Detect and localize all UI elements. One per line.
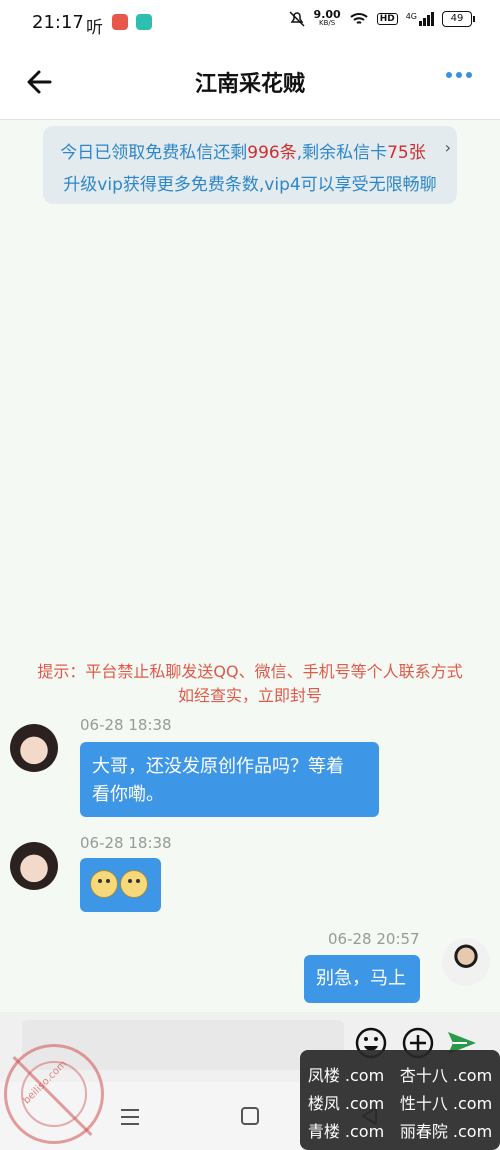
arrow-left-icon — [27, 70, 52, 94]
menu-icon — [121, 1109, 139, 1125]
music-app-icon: 听 — [86, 18, 103, 38]
signal-icon: 4G — [406, 12, 434, 26]
notification-app-icon — [112, 14, 128, 30]
mute-icon — [289, 11, 305, 27]
received-message-bubble[interactable]: 大哥，还没发原创作品吗？等着 看你嘞。 — [80, 742, 379, 817]
more-dots-icon — [446, 72, 452, 78]
vip-upgrade-hint: 升级vip获得更多免费条数,vip4可以享受无限畅聊 — [63, 175, 437, 195]
status-bar: 21:17 听 9.00 KB/S HD 4G 49 — [0, 0, 500, 46]
square-icon — [241, 1107, 259, 1125]
quota-summary: 今日已领取免费私信还剩996条,剩余私信卡75张 — [60, 143, 426, 163]
network-speed: 9.00 KB/S — [313, 8, 341, 27]
message-timestamp: 06-28 20:57 — [328, 930, 420, 948]
chevron-right-icon: › — [444, 138, 451, 157]
received-emoji-bubble[interactable] — [80, 858, 161, 912]
hd-icon: HD — [376, 13, 398, 25]
contact-avatar[interactable] — [10, 842, 58, 890]
message-timestamp: 06-28 18:38 — [80, 716, 172, 734]
wifi-icon — [350, 13, 368, 24]
status-time: 21:17 — [32, 12, 84, 33]
platform-warning: 提示：平台禁止私聊发送QQ、微信、手机号等个人联系方式 如经查实，立即封号 — [37, 662, 463, 705]
battery-icon: 49 — [442, 11, 475, 27]
sent-message-bubble[interactable]: 别急，马上 — [304, 955, 420, 1003]
message-app-icon — [136, 14, 152, 30]
grin-emoji-icon — [90, 870, 118, 898]
more-options-button[interactable] — [446, 72, 472, 78]
message-card-count: 75张 — [387, 143, 426, 163]
chat-header: 江南采花贼 — [0, 46, 500, 120]
free-message-count: 996条 — [247, 143, 297, 163]
status-indicators: 9.00 KB/S HD 4G 49 — [288, 8, 475, 28]
back-button[interactable] — [22, 64, 58, 100]
recent-apps-button[interactable] — [120, 1108, 140, 1130]
my-avatar[interactable] — [442, 938, 490, 986]
message-timestamp: 06-28 18:38 — [80, 834, 172, 852]
grin-emoji-icon — [120, 870, 148, 898]
home-button[interactable] — [240, 1106, 260, 1130]
chat-title: 江南采花贼 — [194, 72, 305, 97]
message-quota-banner[interactable]: 今日已领取免费私信还剩996条,剩余私信卡75张 › 升级vip获得更多免费条数… — [43, 126, 457, 204]
site-watermark: 凤楼 .com 杏十八 .com 楼凤 .com 性十八 .com 青楼 .com 丽… — [300, 1050, 500, 1150]
contact-avatar[interactable] — [10, 724, 58, 772]
watermark-stamp: beiliso.com — [4, 1044, 104, 1144]
